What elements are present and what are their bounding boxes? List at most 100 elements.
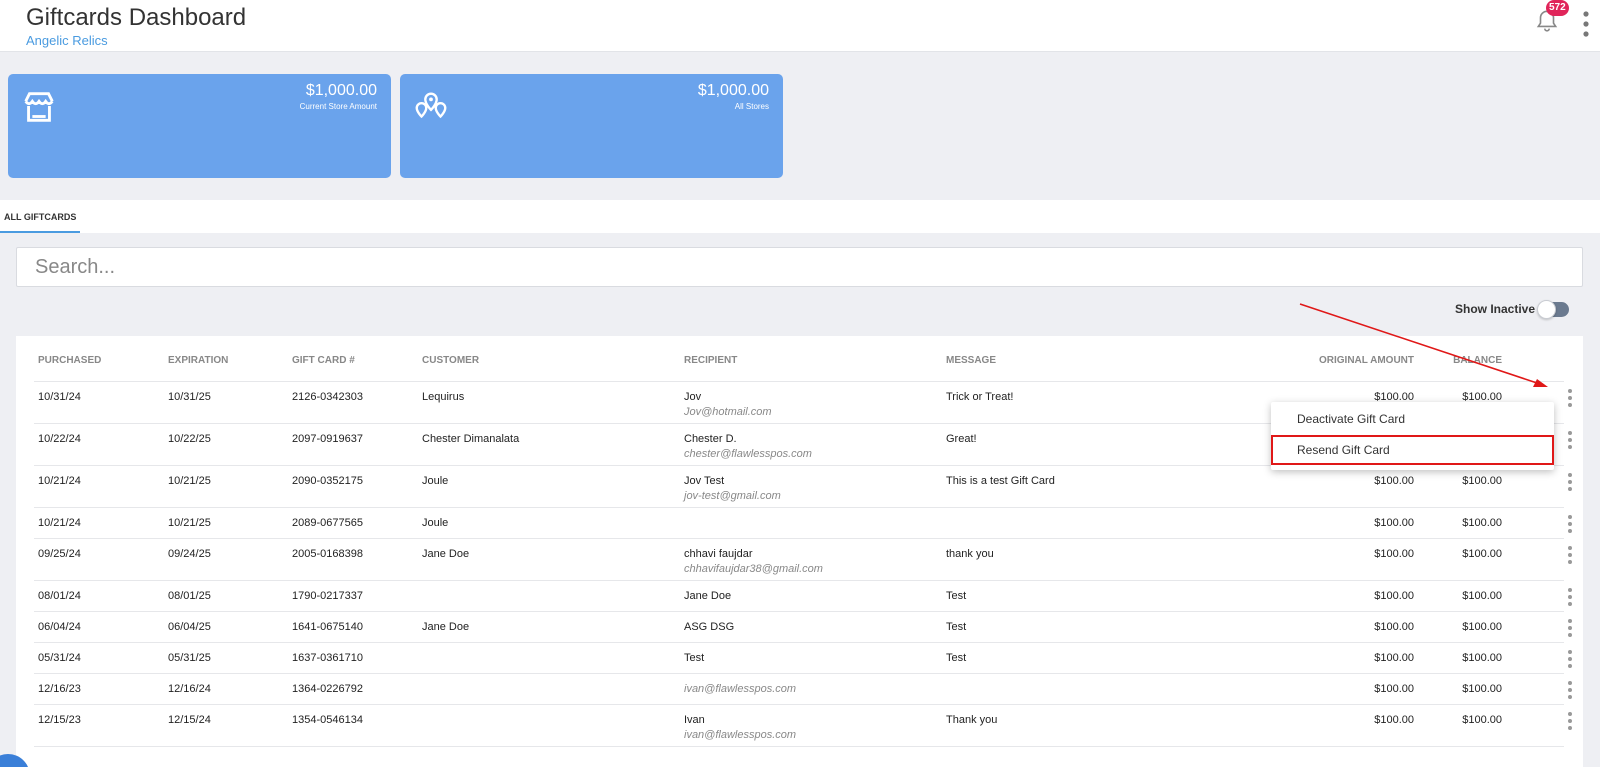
recipient-name: Test [684,652,705,664]
column-header-message[interactable]: MESSAGE [946,354,996,368]
cell-gift-card-number: 2097-0919637 [292,433,363,445]
resend-gift-card-item[interactable]: Resend Gift Card [1271,435,1554,465]
cell-gift-card-number: 2089-0677565 [292,517,363,529]
column-header-original-amount[interactable]: ORIGINAL AMOUNT [1284,354,1414,368]
table-row[interactable]: 09/25/24 09/24/25 2005-0168398 Jane Doe than… [34,539,1572,581]
column-header-purchased[interactable]: PURCHASED [38,354,101,368]
row-actions-icon[interactable] [1566,649,1574,669]
table-row[interactable]: 12/15/23 12/15/24 1354-0546134 Thank you Iva… [34,705,1572,747]
cell-message: Great! [946,433,977,445]
column-header-balance[interactable]: BALANCE [1424,354,1502,368]
map-pins-icon [415,92,447,119]
cell-message: This is a test Gift Card [946,475,1055,487]
cell-balance: $100.00 [1462,652,1502,664]
table-row[interactable]: 12/16/23 12/16/24 1364-0226792 ivan@flawles… [34,674,1572,705]
recipient-email: chester@flawlesspos.com [684,448,812,460]
cell-message: Thank you [946,714,998,726]
cell-expiration: 12/15/24 [168,714,211,726]
cell-recipient: Jov Test jov-test@gmail.com [684,474,781,504]
cell-recipient: ASG DSG [684,620,734,635]
table-row[interactable]: 06/04/24 06/04/25 1641-0675140 Jane Doe Test… [34,612,1572,643]
cell-purchased: 10/21/24 [38,517,81,529]
cell-original-amount: $100.00 [1374,621,1414,633]
row-actions-icon[interactable] [1566,472,1574,492]
cell-gift-card-number: 2005-0168398 [292,548,363,560]
cell-customer: Joule [422,517,449,529]
cell-original-amount: $100.00 [1374,652,1414,664]
page-title: Giftcards Dashboard [26,4,247,31]
cell-gift-card-number: 1354-0546134 [292,714,363,726]
all-stores-label: All Stores [734,102,769,111]
cell-balance: $100.00 [1462,475,1502,487]
cell-purchased: 10/22/24 [38,433,81,445]
search-input[interactable] [17,248,1582,286]
cell-balance: $100.00 [1462,683,1502,695]
cell-expiration: 10/21/25 [168,517,211,529]
store-name-link[interactable]: Angelic Relics [26,33,108,48]
recipient-email: chhavifaujdar38@gmail.com [684,563,823,575]
notification-badge: 572 [1546,0,1569,16]
more-menu-icon[interactable] [1582,10,1590,38]
cell-balance: $100.00 [1462,590,1502,602]
cell-purchased: 12/16/23 [38,683,81,695]
row-actions-icon[interactable] [1566,430,1574,450]
column-header-expiration[interactable]: EXPIRATION [168,354,228,368]
cell-recipient: Jov Jov@hotmail.com [684,390,772,420]
table-row[interactable]: 05/31/24 05/31/25 1637-0361710 Test Test $100… [34,643,1572,674]
table-header: PURCHASED EXPIRATION GIFT CARD # CUSTOME… [34,354,1564,382]
cell-balance: $100.00 [1462,517,1502,529]
all-stores-amount: $1,000.00 [697,82,769,99]
cell-purchased: 05/31/24 [38,652,81,664]
current-store-amount-card: $1,000.00 Current Store Amount [8,74,391,178]
current-store-amount: $1,000.00 [305,82,377,99]
cell-customer: Jane Doe [422,621,470,633]
deactivate-gift-card-item[interactable]: Deactivate Gift Card [1271,404,1554,434]
cell-balance: $100.00 [1462,621,1502,633]
row-actions-icon[interactable] [1566,587,1574,607]
recipient-name: ASG DSG [684,621,735,633]
recipient-email: ivan@flawlesspos.com [684,683,797,695]
table-row[interactable]: 10/21/24 10/21/25 2090-0352175 Joule This is… [34,466,1572,508]
column-header-customer[interactable]: CUSTOMER [422,354,479,368]
cell-purchased: 12/15/23 [38,714,81,726]
cell-recipient: Ivan ivan@flawlesspos.com [684,713,796,743]
tab-all-giftcards[interactable]: ALL GIFTCARDS [0,200,81,233]
cell-purchased: 08/01/24 [38,590,81,602]
cell-customer: Joule [422,475,449,487]
row-actions-menu: Deactivate Gift Card Resend Gift Card [1271,402,1554,470]
cell-expiration: 10/22/25 [168,433,211,445]
row-actions-icon[interactable] [1566,618,1574,638]
column-header-recipient[interactable]: RECIPIENT [684,354,737,368]
recipient-email: jov-test@gmail.com [684,490,781,502]
row-actions-icon[interactable] [1566,711,1574,731]
cell-original-amount: $100.00 [1374,517,1414,529]
cell-expiration: 10/21/25 [168,475,211,487]
cell-balance: $100.00 [1462,548,1502,560]
giftcards-table: PURCHASED EXPIRATION GIFT CARD # CUSTOME… [16,336,1583,767]
cell-original-amount: $100.00 [1374,683,1414,695]
cell-original-amount: $100.00 [1374,590,1414,602]
show-inactive-toggle[interactable] [1537,300,1569,319]
recipient-name: Jov [684,391,702,403]
cell-purchased: 06/04/24 [38,621,81,633]
cell-recipient: ivan@flawlesspos.com [684,682,796,697]
row-actions-icon[interactable] [1566,545,1574,565]
all-stores-card: $1,000.00 All Stores [400,74,783,178]
column-header-gift-card-number[interactable]: GIFT CARD # [292,354,355,368]
table-row[interactable]: 08/01/24 08/01/25 1790-0217337 Test Jane Doe… [34,581,1572,612]
current-store-amount-label: Current Store Amount [299,102,377,111]
cell-purchased: 09/25/24 [38,548,81,560]
cell-expiration: 10/31/25 [168,391,211,403]
row-actions-icon[interactable] [1566,388,1574,408]
show-inactive-label: Show Inactive [1455,302,1536,316]
cell-purchased: 10/31/24 [38,391,81,403]
tab-bar: ALL GIFTCARDS [0,200,1600,233]
cell-customer: Chester Dimanalata [422,433,520,445]
store-icon [24,92,54,122]
table-row[interactable]: 10/21/24 10/21/25 2089-0677565 Joule $100.00… [34,508,1572,539]
row-actions-icon[interactable] [1566,680,1574,700]
recipient-name: Jane Doe [684,590,732,602]
row-actions-icon[interactable] [1566,514,1574,534]
cell-recipient: Chester D. chester@flawlesspos.com [684,432,812,462]
cell-gift-card-number: 1637-0361710 [292,652,363,664]
